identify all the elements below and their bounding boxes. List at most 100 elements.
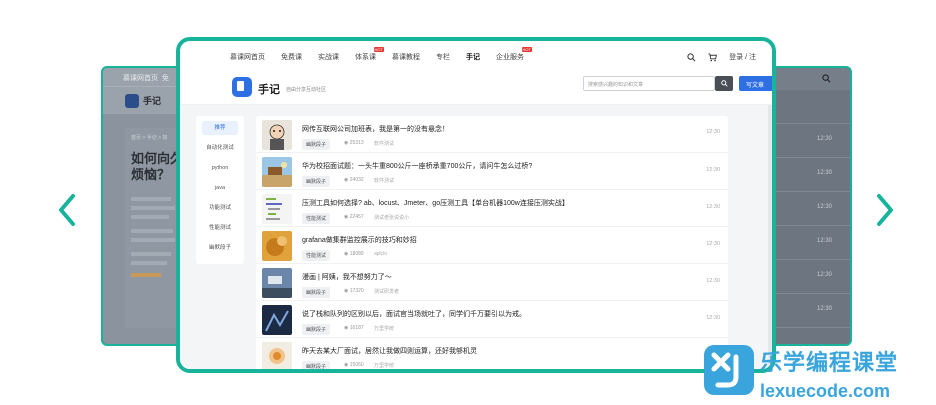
sidebar-item-label: 功能测试 (208, 205, 231, 211)
list-item[interactable]: grafana做集群监控展示的技巧和妙招 性能测试 ◉ 18089 aplclo… (256, 227, 728, 264)
text-line (131, 197, 171, 201)
article-time: 12:30 (706, 167, 720, 173)
article-thumbnail (262, 157, 292, 187)
nav-item-free[interactable]: 免费课 (281, 52, 302, 62)
article-author[interactable]: 软件测试 (374, 177, 394, 184)
article-views: ◉ 16187 (344, 325, 364, 331)
article-thumbnail (262, 194, 292, 224)
article-thumbnail (262, 120, 292, 150)
write-article-button[interactable]: 写文章 (739, 76, 772, 91)
article-thumbnail (262, 342, 292, 369)
article-views: ◉ 25313 (344, 140, 364, 146)
sidebar-item-functional[interactable]: 功能测试 (196, 198, 244, 218)
watermark: 乐学编程课堂 lexuecode.com (704, 345, 898, 402)
text-line (131, 206, 175, 210)
nav-item-label: 慕课网首页 (230, 54, 265, 61)
nav-item-column[interactable]: 专栏 (436, 52, 450, 62)
sidebar-item-label: java (214, 185, 226, 191)
nav-item-label: 体系课 (355, 54, 376, 61)
content-area: 推荐 自动化测试 python java 功能测试 性能测试 幽默段子 网传互联… (180, 105, 772, 369)
sidebar-item-java[interactable]: java (196, 178, 244, 198)
article-tag[interactable]: 性能测试 (302, 213, 331, 224)
login-link[interactable]: 登录 / 注 (729, 52, 756, 62)
article-thumbnail (262, 268, 292, 298)
search-icon (720, 80, 728, 87)
sidebar-item-humor[interactable]: 幽默段子 (196, 238, 244, 258)
article-title[interactable]: 华为校招面试题：一头牛重800公斤一座桥承重700公斤，请问牛怎么过桥? (302, 161, 532, 171)
text-line (131, 252, 171, 256)
article-title[interactable]: grafana做集群监控展示的技巧和妙招 (302, 235, 417, 245)
article-title[interactable]: 压测工具如何选择? ab、locust、Jmeter、go压测工具【单台机器10… (302, 198, 569, 208)
sidebar-item-python[interactable]: python (196, 158, 244, 178)
text-line (131, 215, 169, 219)
next-slide-time: 12:30 (816, 272, 832, 278)
sidebar-item-label: 推荐 (214, 125, 226, 131)
sidebar-item-recommend[interactable]: 推荐 (202, 121, 238, 135)
previous-slide-logo-text: 手记 (143, 96, 162, 106)
next-slide-time: 12:30 (816, 170, 832, 176)
nav-item-home[interactable]: 慕课网首页 (230, 52, 265, 62)
article-author[interactable]: 测试研发者 (374, 288, 399, 295)
notes-logo-icon (125, 93, 139, 108)
sidebar-item-label: 性能测试 (208, 225, 231, 231)
text-line (131, 238, 175, 242)
article-author[interactable]: 软件测试 (374, 140, 394, 147)
article-thumbnail (262, 305, 292, 335)
sidebar-item-performance[interactable]: 性能测试 (196, 218, 244, 238)
article-tag[interactable]: 幽默段子 (302, 139, 331, 150)
sidebar-item-automation[interactable]: 自动化测试 (196, 138, 244, 158)
list-item[interactable]: 漫画 | 阿姨，我不想努力了～ 幽默段子 ◉ 17320 测试研发者 12:30 (256, 264, 728, 301)
article-tag[interactable]: 幽默段子 (302, 324, 331, 335)
article-title[interactable]: 昨天去某大厂面试，居然让我做四则运算，还好我够机灵 (302, 346, 477, 356)
next-slide-time: 12:30 (816, 306, 832, 312)
views-count: 22457 (349, 214, 364, 220)
nav-item-notes[interactable]: 手记 (466, 52, 480, 62)
carousel-next-button[interactable] (873, 190, 897, 230)
article-time: 12:30 (706, 315, 720, 321)
article-author[interactable]: aplclo (374, 251, 387, 257)
nav-item-system[interactable]: 体系课 HOT (355, 47, 384, 62)
list-item[interactable]: 华为校招面试题：一头牛重800公斤一座桥承重700公斤，请问牛怎么过桥? 幽默段… (256, 153, 728, 190)
page-title: 手记 (258, 84, 280, 96)
list-item[interactable]: 网传互联网公司加班表，我是第一的没有悬念！ 幽默段子 ◉ 25313 软件测试 … (256, 116, 728, 153)
scrollbar[interactable] (768, 105, 772, 369)
article-tag[interactable]: 性能测试 (302, 250, 331, 261)
cart-icon[interactable] (708, 52, 718, 62)
article-tag[interactable]: 幽默段子 (302, 287, 331, 298)
article-tag[interactable]: 幽默段子 (302, 361, 331, 369)
article-time: 12:30 (706, 278, 720, 284)
watermark-en: lexuecode.com (760, 381, 891, 401)
sidebar-item-label: 幽默段子 (208, 245, 231, 251)
watermark-text: 乐学编程课堂 lexuecode.com (760, 345, 898, 402)
sidebar-item-label: 自动化测试 (206, 145, 234, 151)
article-views: ◉ 18089 (344, 251, 364, 257)
next-slide-time: 12:30 (816, 136, 832, 142)
page-subtitle: 自由分享互动社区 (286, 87, 327, 93)
article-title[interactable]: 说了栈和队列的区别以后，面试官当场就吐了，同学们千万要引以为戒。 (302, 309, 526, 319)
next-slide-time: 12:30 (816, 204, 832, 210)
carousel-prev-button[interactable] (55, 190, 79, 230)
nav-item-enterprise[interactable]: 企业服务 HOT (496, 47, 532, 62)
search-placeholder: 搜索感兴趣的知识和文章 (588, 82, 644, 88)
nav-item-tutorial[interactable]: 慕课教程 (392, 52, 420, 62)
chevron-left-icon (59, 194, 75, 226)
search-input[interactable]: 搜索感兴趣的知识和文章 (583, 76, 715, 91)
hot-badge: HOT (521, 47, 532, 52)
article-tag[interactable]: 幽默段子 (302, 176, 331, 187)
article-author[interactable]: 万里学统 (374, 325, 394, 332)
article-author[interactable]: 万里学统 (374, 362, 394, 369)
nav-item-label: 实战课 (318, 54, 339, 61)
search-button[interactable] (715, 76, 733, 91)
nav-item-practical[interactable]: 实战课 (318, 52, 339, 62)
search-icon[interactable] (687, 52, 696, 62)
top-navigation: 慕课网首页 免费课 实战课 体系课 HOT 慕课教程 专栏 手记 企业服务 HOT … (180, 41, 772, 73)
hot-badge: HOT (373, 47, 384, 52)
list-item[interactable]: 说了栈和队列的区别以后，面试官当场就吐了，同学们千万要引以为戒。 幽默段子 ◉ … (256, 301, 728, 338)
list-item[interactable]: 昨天去某大厂面试，居然让我做四则运算，还好我够机灵 幽默段子 ◉ 15060 万… (256, 338, 728, 369)
article-views: ◉ 17320 (344, 288, 364, 294)
nav-item-label: 企业服务 (496, 54, 524, 61)
article-author[interactable]: 测试老张说说小 (374, 214, 409, 221)
article-title[interactable]: 漫画 | 阿姨，我不想努力了～ (302, 272, 392, 282)
list-item[interactable]: 压测工具如何选择? ab、locust、Jmeter、go压测工具【单台机器10… (256, 190, 728, 227)
article-title[interactable]: 网传互联网公司加班表，我是第一的没有悬念！ (302, 124, 449, 134)
